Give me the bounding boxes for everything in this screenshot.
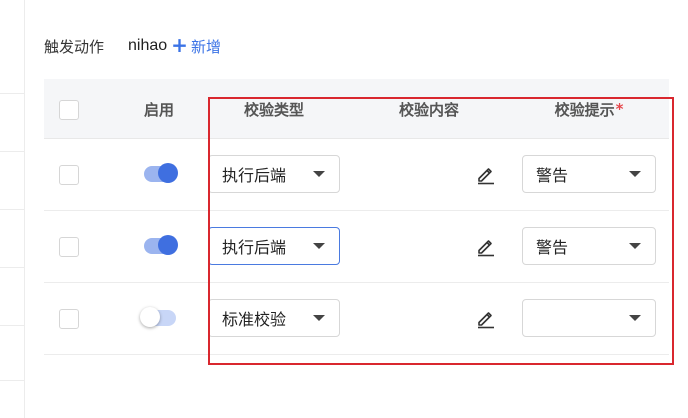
sidebar-divider [0, 267, 25, 268]
enabled-toggle[interactable] [140, 307, 176, 327]
validation-table: 启用 校验类型 校验内容 校验提示 * 执行后端 警告 执行后端 警告 标准校验 [44, 79, 669, 355]
add-trigger-label: 新增 [190, 37, 221, 56]
chevron-down-icon [629, 171, 641, 177]
check-type-value: 执行后端 [222, 238, 287, 257]
column-header-check-tip: 校验提示 * [522, 79, 656, 139]
enabled-toggle[interactable] [144, 235, 178, 255]
toggle-knob [140, 307, 160, 327]
sidebar-divider [0, 93, 25, 94]
toggle-knob [158, 163, 178, 183]
check-type-select[interactable]: 标准校验 [208, 299, 340, 337]
sidebar-divider [0, 325, 25, 326]
check-type-value: 标准校验 [222, 310, 287, 329]
add-trigger-button[interactable]: + 新增 [171, 33, 221, 57]
trigger-action-label: 触发动作 [44, 37, 105, 56]
check-type-value: 执行后端 [222, 166, 287, 185]
table-row: 执行后端 警告 [44, 211, 669, 283]
check-type-select[interactable]: 执行后端 [208, 155, 340, 193]
table-header: 启用 校验类型 校验内容 校验提示 * [44, 79, 669, 139]
check-tip-header-label: 校验提示 [554, 100, 615, 119]
chevron-down-icon [313, 315, 325, 321]
edit-icon[interactable] [474, 162, 498, 186]
table-row: 标准校验 [44, 283, 669, 355]
enabled-toggle[interactable] [144, 163, 178, 183]
chevron-down-icon [313, 171, 325, 177]
trigger-action-row: 触发动作 nihao + 新增 [44, 34, 221, 58]
select-all-checkbox[interactable] [59, 100, 79, 120]
check-tip-select[interactable] [522, 299, 656, 337]
required-mark: * [615, 100, 624, 118]
column-header-check-content: 校验内容 [398, 100, 459, 119]
toggle-knob [158, 235, 178, 255]
row-checkbox[interactable] [59, 237, 79, 257]
check-type-select[interactable]: 执行后端 [208, 227, 340, 265]
column-header-enabled: 启用 [143, 100, 174, 119]
row-checkbox[interactable] [59, 309, 79, 329]
chevron-down-icon [629, 243, 641, 249]
plus-icon: + [171, 33, 188, 57]
check-tip-select[interactable]: 警告 [522, 227, 656, 265]
sidebar-divider [0, 380, 25, 381]
left-sidebar-strip [0, 0, 25, 418]
sidebar-divider [0, 209, 25, 210]
sidebar-divider [0, 151, 25, 152]
trigger-action-value: nihao [128, 37, 168, 54]
edit-icon[interactable] [474, 234, 498, 258]
chevron-down-icon [313, 243, 325, 249]
table-row: 执行后端 警告 [44, 139, 669, 211]
row-checkbox[interactable] [59, 165, 79, 185]
chevron-down-icon [629, 315, 641, 321]
column-header-check-type: 校验类型 [243, 100, 304, 119]
check-tip-select[interactable]: 警告 [522, 155, 656, 193]
edit-icon[interactable] [474, 306, 498, 330]
